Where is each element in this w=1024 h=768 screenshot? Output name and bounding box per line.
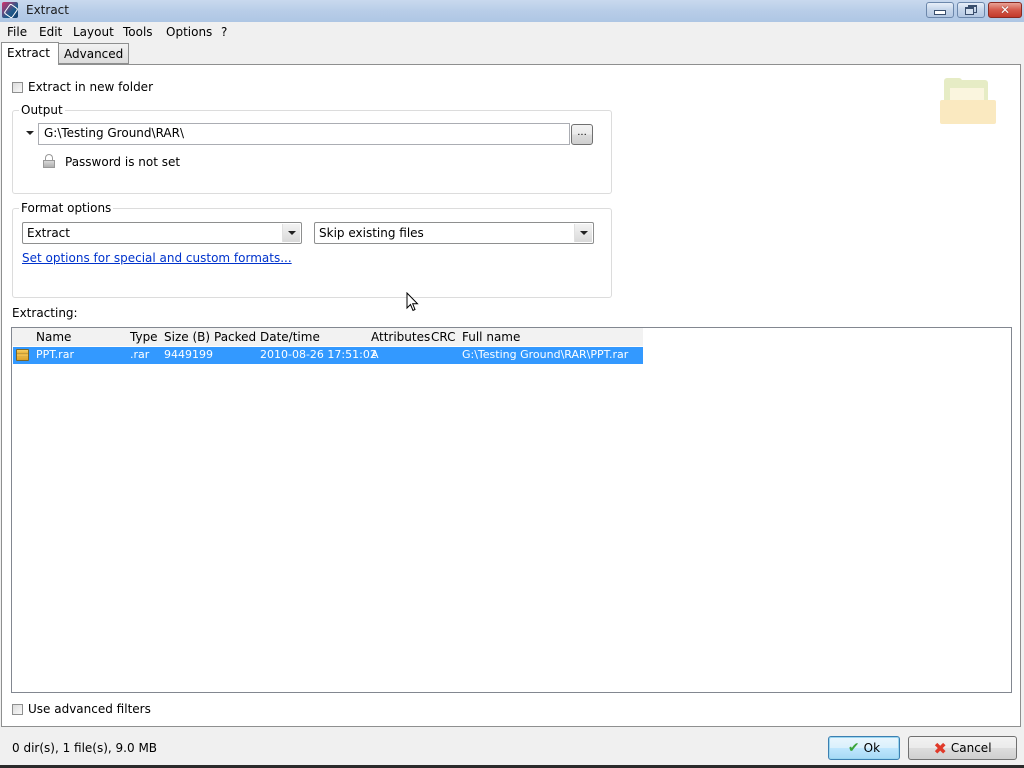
output-path-input[interactable]: G:\Testing Ground\RAR\ [38,123,570,145]
cancel-button-label: Cancel [950,741,992,755]
minimize-icon [934,10,946,15]
cell-full-name: G:\Testing Ground\RAR\PPT.rar [462,348,629,361]
column-header-attributes[interactable]: Attributes [371,330,430,344]
menu-tools[interactable]: Tools [123,25,153,39]
close-icon: ✕ [999,3,1011,17]
format-options-group-label: Format options [19,201,114,215]
ok-button[interactable]: ✔ Ok [828,736,900,760]
status-bar-text: 0 dir(s), 1 file(s), 9.0 MB [12,741,158,755]
app-icon[interactable] [2,2,18,18]
column-header-crc[interactable]: CRC [431,330,456,344]
cell-size: 9449199 [164,348,213,361]
browse-button[interactable]: ... [571,124,593,145]
dropdown-arrow-icon [26,131,34,135]
file-list-header: Name Type Size (B) Packed Date/time Attr… [12,328,643,346]
overwrite-mode-value: Skip existing files [319,226,424,240]
menu-layout[interactable]: Layout [73,25,114,39]
password-status[interactable]: Password is not set [65,155,180,169]
cell-attributes: A [371,348,379,361]
extract-in-new-folder-checkbox[interactable] [12,82,23,93]
chevron-down-icon[interactable] [574,224,592,242]
use-advanced-filters-label[interactable]: Use advanced filters [28,702,151,716]
close-button[interactable]: ✕ [988,2,1022,18]
file-list-row[interactable]: PPT.rar .rar 9449199 2010-08-26 17:51:02… [13,347,643,364]
cell-type: .rar [130,348,150,361]
action-select-value: Extract [27,226,70,240]
mouse-cursor-icon [406,292,419,312]
restore-button[interactable] [957,2,985,18]
menu-file[interactable]: File [7,25,27,39]
column-header-full-name[interactable]: Full name [462,330,520,344]
rar-archive-icon [16,349,29,361]
extracting-label: Extracting: [12,306,78,320]
cancel-button[interactable]: ✖ Cancel [908,736,1017,760]
file-list[interactable]: Name Type Size (B) Packed Date/time Attr… [11,327,1012,693]
use-advanced-filters-checkbox[interactable] [12,704,23,715]
action-select[interactable]: Extract [22,222,302,244]
custom-formats-link[interactable]: Set options for special and custom forma… [22,251,292,265]
cell-datetime: 2010-08-26 17:51:02 [260,348,377,361]
menu-help[interactable]: ? [221,25,227,39]
cancel-x-icon: ✖ [933,738,947,758]
restore-icon [965,5,977,15]
window-title: Extract [26,3,69,17]
cell-name: PPT.rar [36,348,74,361]
chevron-down-icon[interactable] [282,224,300,242]
output-history-dropdown[interactable] [26,131,34,135]
minimize-button[interactable] [926,2,954,18]
menu-options[interactable]: Options [166,25,212,39]
menu-edit[interactable]: Edit [39,25,62,39]
tab-advanced[interactable]: Advanced [58,43,129,64]
column-header-datetime[interactable]: Date/time [260,330,320,344]
lock-icon [43,154,55,168]
title-bar[interactable]: Extract ✕ [0,0,1024,23]
extract-in-new-folder-label[interactable]: Extract in new folder [28,80,153,94]
column-header-packed[interactable]: Packed [214,330,256,344]
checkmark-icon: ✔ [847,740,860,756]
column-header-type[interactable]: Type [130,330,158,344]
tab-extract[interactable]: Extract [1,42,59,65]
overwrite-mode-select[interactable]: Skip existing files [314,222,594,244]
ok-button-label: Ok [863,741,881,755]
output-group-label: Output [19,103,65,117]
menu-bar: File Edit Layout Tools Options ? [0,22,1024,42]
folder-icon [940,78,996,126]
column-header-name[interactable]: Name [36,330,71,344]
column-header-size[interactable]: Size (B) [164,330,210,344]
